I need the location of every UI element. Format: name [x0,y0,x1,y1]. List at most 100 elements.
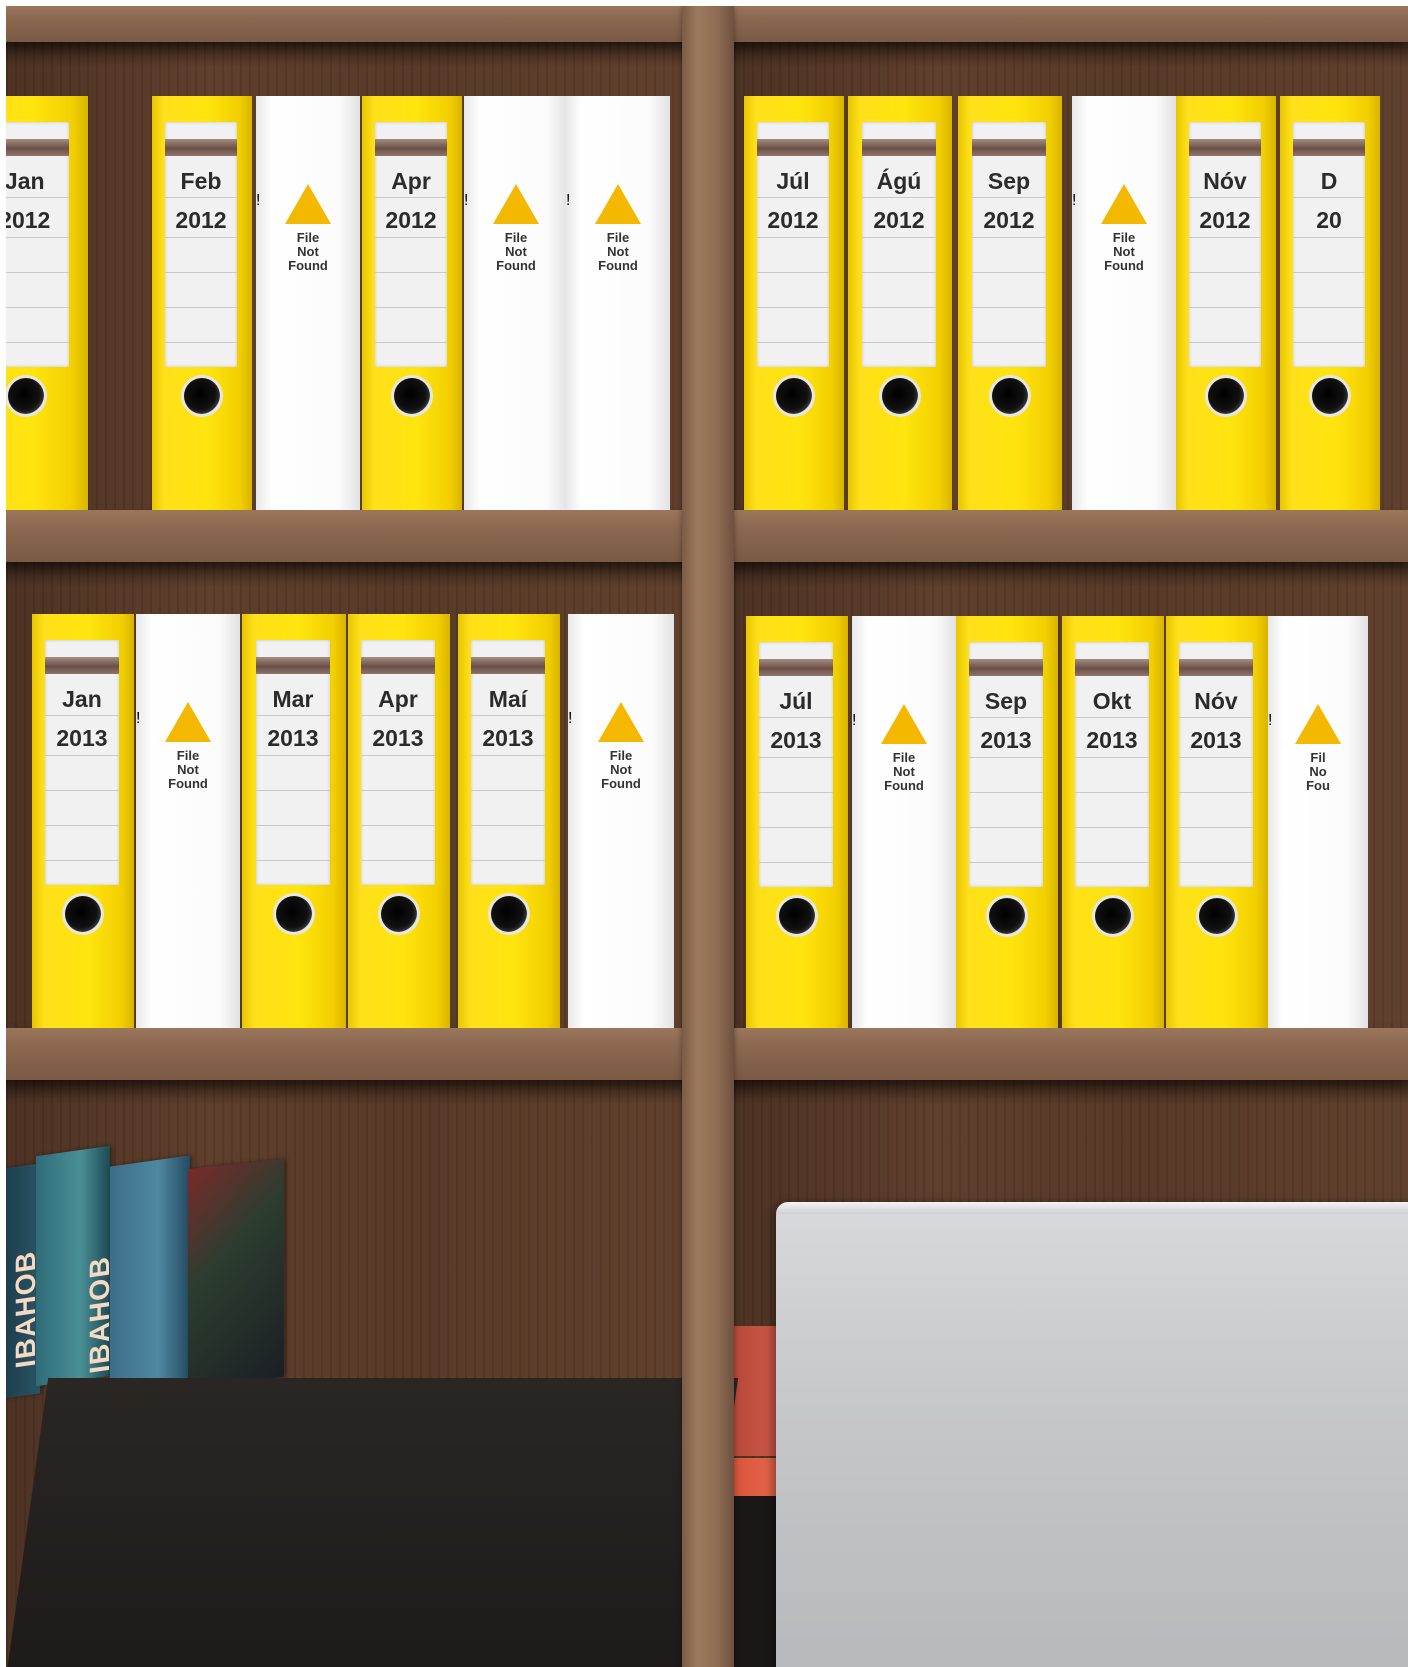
binder: Okt 2013 [1062,616,1164,1028]
notice-line: File [609,748,633,763]
file-not-found-notice: File Not Found [1072,184,1176,273]
label-rule [361,755,435,756]
binder-label: Feb 2012 [165,122,237,367]
warning-triangle-icon [881,704,927,744]
file-not-found-text: File Not Found [568,749,674,791]
label-rule [6,237,70,238]
binder-year: 2013 [1190,727,1242,753]
file-not-found-text: File Not Found [1072,231,1176,273]
binder-label: Mar 2013 [255,640,331,885]
label-band [861,139,937,156]
label-rule [375,272,447,273]
binder-month: Apr [378,686,418,712]
ring-hole [8,378,44,414]
warning-triangle-icon [598,702,644,742]
binder-year: 2012 [6,207,51,233]
label-rule [255,860,331,861]
binder: Mar 2013 [242,614,346,1028]
label-rule [971,197,1047,198]
label-rule [1179,827,1253,828]
warning-triangle-icon [285,184,331,224]
notice-line: Found [601,776,641,791]
ring-hole [491,896,527,932]
label-rule [1293,237,1365,238]
binder-year: 2012 [175,207,227,233]
label-rule [165,237,237,238]
label-rule [45,755,119,756]
label-rule [861,342,937,343]
binder-label: Okt 2013 [1075,642,1149,887]
label-rule [759,862,833,863]
binder: Ágú 2012 [848,96,952,510]
missing-file-binder: File Not Found! [1072,96,1176,510]
ring-hole [882,378,918,414]
notice-line: Found [884,778,924,793]
binder-year: 2012 [1199,207,1251,233]
label-rule [757,307,829,308]
label-band [759,659,833,676]
label-rule [971,272,1047,273]
label-rule [1179,717,1253,718]
label-rule [759,792,833,793]
label-rule [255,790,331,791]
label-rule [45,790,119,791]
ring-hole [394,378,430,414]
binder-label: Nóv 2013 [1179,642,1253,887]
binder-month: Okt [1092,688,1132,714]
binder-year: 2012 [873,207,925,233]
missing-file-binder: File Not Found! [568,614,674,1028]
file-not-found-notice: File Not Found [256,184,360,273]
missing-file-binder: File Not Found! [852,616,956,1028]
label-rule [1189,197,1261,198]
label-band [375,139,447,156]
missing-file-binder: File Not Found! [256,96,360,510]
binder-month: Ágú [876,168,922,194]
label-rule [757,342,829,343]
label-rule [969,717,1043,718]
label-band [255,657,331,674]
label-rule [6,272,70,273]
label-rule [1293,197,1365,198]
notice-line: Fou [1306,778,1330,793]
notice-line: No [1309,764,1327,779]
label-rule [969,792,1043,793]
label-rule [471,825,545,826]
binder: D 20 [1280,96,1380,510]
label-rule [6,342,70,343]
notice-line: Not [610,762,632,777]
missing-file-binder: Fil No Fou! [1268,616,1368,1028]
binder-month: D [1320,168,1338,194]
office-shelf-scene: Jan2012Feb2012FileNotFound!Apr2012FileNo… [6,6,1408,1667]
binder-month: Jan [62,686,102,712]
missing-file-binder: File Not Found! [136,614,240,1028]
label-rule [1075,862,1149,863]
label-rule [6,197,70,198]
exclamation-mark: ! [566,192,571,209]
notice-line: Found [598,258,638,273]
ring-hole [1199,898,1235,934]
notice-line: Found [168,776,208,791]
file-not-found-notice: File Not Found [464,184,568,273]
binder-month: Nóv [1203,168,1247,194]
file-not-found-notice: File Not Found [852,704,956,793]
label-band [361,657,435,674]
file-not-found-notice: File Not Found [566,184,670,273]
binder: Nóv 2013 [1166,616,1268,1028]
notice-line: Found [496,258,536,273]
notice-line: Found [1104,258,1144,273]
exclamation-mark: ! [852,712,857,729]
label-rule [361,860,435,861]
exclamation-mark: ! [1072,192,1077,209]
binder-label: Sep 2013 [969,642,1043,887]
warning-triangle-icon [595,184,641,224]
label-band [757,139,829,156]
label-band [471,657,545,674]
notice-line: Not [1113,244,1135,259]
binder: Sep 2013 [956,616,1058,1028]
label-rule [969,757,1043,758]
binder: Apr 2012 [362,96,462,510]
notice-line: File [176,748,200,763]
binder-month: Mar [272,686,314,712]
ring-hole [1095,898,1131,934]
notice-line: File [296,230,320,245]
